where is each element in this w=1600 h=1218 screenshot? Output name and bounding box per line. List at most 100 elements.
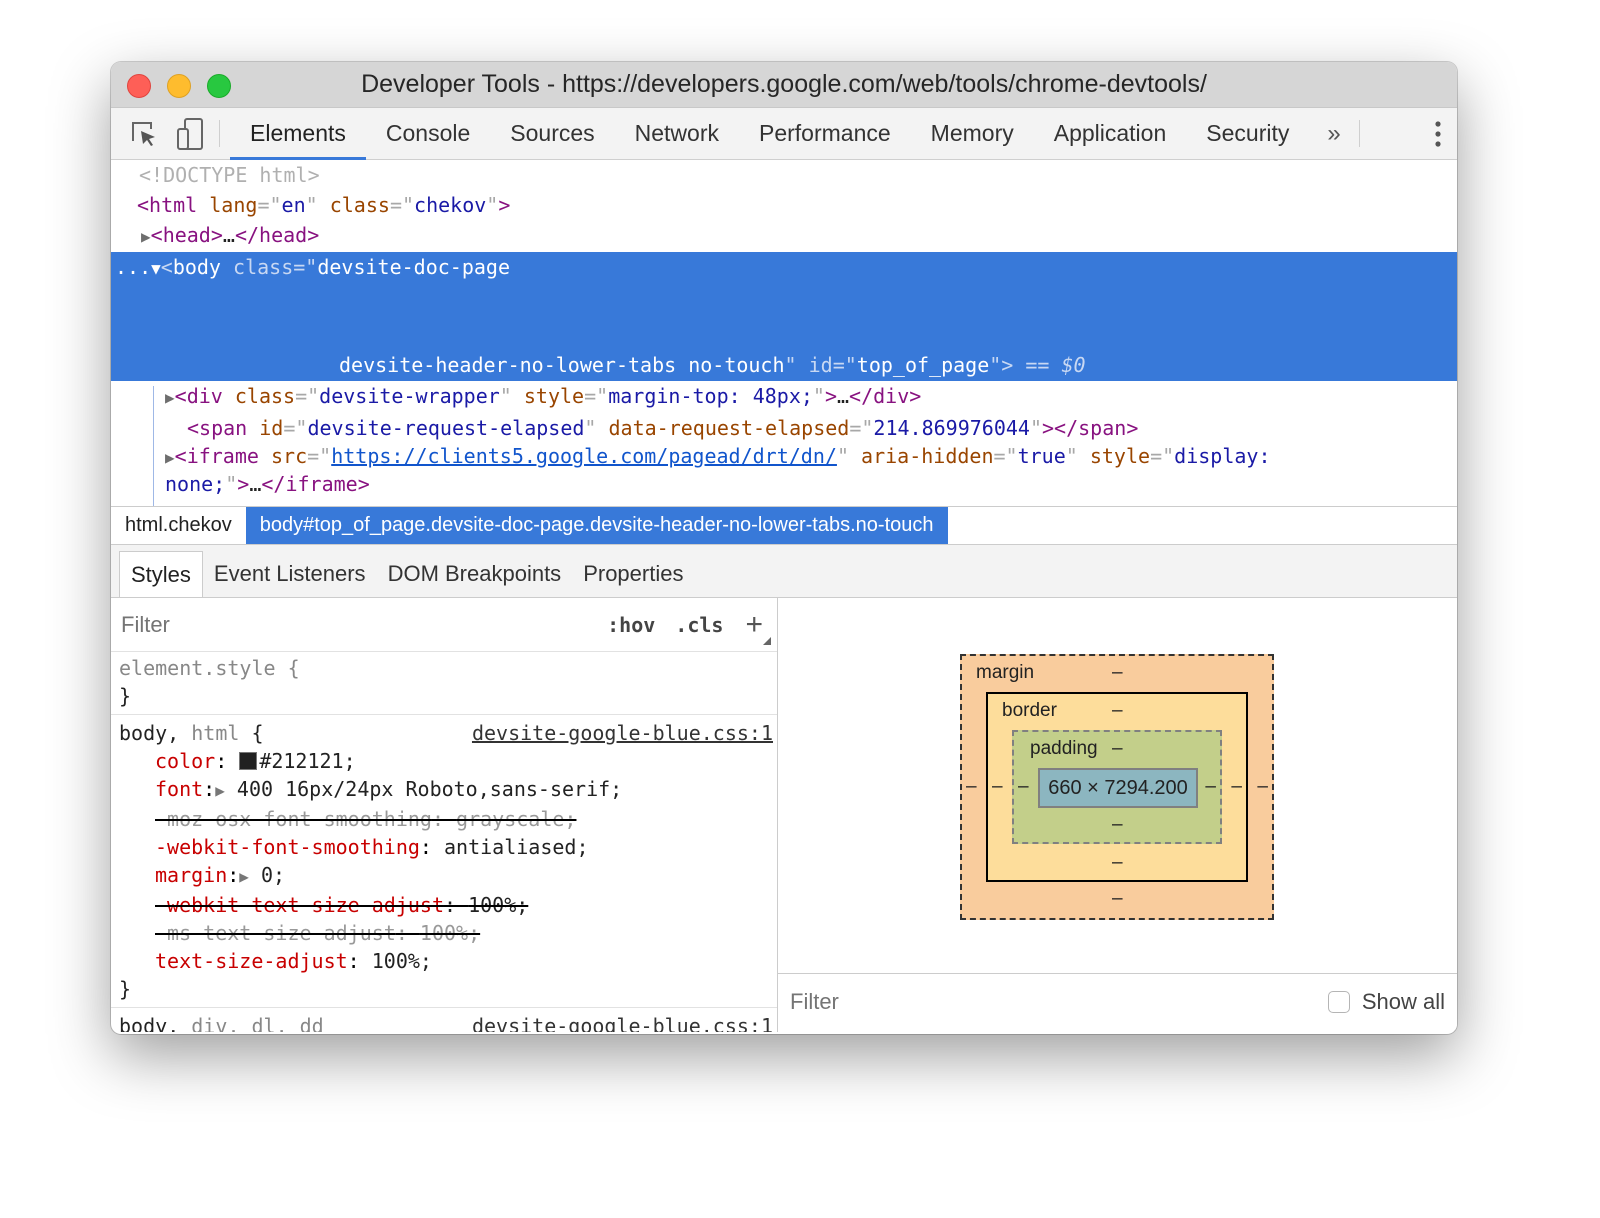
tab-label: Network <box>634 120 719 146</box>
styles-filter-input[interactable]: Filter <box>121 612 587 638</box>
margin-bottom-value[interactable]: – <box>1112 888 1123 910</box>
collapsed-ellipsis: … <box>837 384 850 408</box>
dom-node-head[interactable]: ▶<head>…</head> <box>111 220 1457 252</box>
margin-left-value[interactable]: – <box>966 776 977 798</box>
box-model-padding[interactable]: padding – – – – 660 × 7294.200 <box>1012 730 1222 844</box>
rule-selector[interactable]: body, <box>119 1014 179 1032</box>
close-brace: } <box>119 977 132 1001</box>
dom-node-doctype[interactable]: <!DOCTYPE html> <box>111 160 1457 190</box>
attr-value: display: <box>1174 444 1271 468</box>
padding-left-value[interactable]: – <box>1018 776 1029 798</box>
iframe-src-link[interactable]: https://clients5.google.com/pagead/drt/d… <box>331 444 837 468</box>
hover-state-button[interactable]: :hov <box>607 613 655 637</box>
box-model-border[interactable]: border – – – – padding – – – – 660 × 729… <box>986 692 1248 882</box>
rule-selector-unmatched: html <box>179 721 240 745</box>
open-brace: { <box>239 721 264 745</box>
show-all-checkbox[interactable] <box>1327 991 1350 1013</box>
tab-elements[interactable]: Elements <box>230 108 366 160</box>
tab-properties[interactable]: Properties <box>572 551 694 597</box>
css-declaration-overridden[interactable]: -moz-osx-font-smoothing: grayscale; <box>119 805 769 833</box>
toolbar-divider <box>219 120 220 147</box>
device-toolbar-button[interactable] <box>167 108 213 159</box>
box-model-content-size[interactable]: 660 × 7294.200 <box>1038 768 1198 808</box>
styles-filter-row: Filter :hov .cls + <box>111 598 777 652</box>
dom-node-iframe[interactable]: ▶<iframe src="https://clients5.google.co… <box>111 443 1457 471</box>
expand-triangle-icon[interactable]: ▶ <box>141 227 151 246</box>
tag-name: span <box>199 416 248 440</box>
computed-filter-input[interactable]: Filter <box>790 989 1328 1015</box>
box-model-diagram: margin – – – – border – – – – padding – <box>778 598 1457 974</box>
breadcrumb-body[interactable]: body#top_of_page.devsite-doc-page.devsit… <box>245 507 948 544</box>
border-right-value[interactable]: – <box>1231 776 1242 798</box>
breadcrumb-html[interactable]: html.chekov <box>111 507 246 544</box>
rule-selector[interactable]: body, <box>119 721 179 745</box>
padding-right-value[interactable]: – <box>1205 776 1216 798</box>
css-declaration-overridden[interactable]: -ms-text-size-adjust: 100%; <box>119 919 769 947</box>
tab-event-listeners[interactable]: Event Listeners <box>203 551 377 597</box>
style-rule-body-html: body, html { devsite-google-blue.css:1 c… <box>111 715 777 1008</box>
rule-selector-unmatched: div, dl, dd <box>179 1014 324 1032</box>
css-declaration[interactable]: text-size-adjust: 100%; <box>119 947 769 975</box>
more-tabs-button[interactable]: » <box>1309 108 1358 159</box>
tab-console[interactable]: Console <box>366 108 490 159</box>
box-model-margin[interactable]: margin – – – – border – – – – padding – <box>960 654 1274 920</box>
css-declaration[interactable]: -webkit-font-smoothing: antialiased; <box>119 833 769 861</box>
tab-security[interactable]: Security <box>1186 108 1309 159</box>
collapse-triangle-icon[interactable]: ▼ <box>151 259 161 278</box>
style-rule-body-div: body, div, dl, dd devsite-google-blue.cs… <box>111 1008 777 1032</box>
attr-value: top_of_page <box>856 353 990 377</box>
computed-filter-row: Filter Show all <box>778 974 1457 1030</box>
css-declaration[interactable]: margin:▶ 0; <box>119 861 769 891</box>
margin-top-value[interactable]: – <box>1112 662 1123 684</box>
dom-node-html[interactable]: <html lang="en" class="chekov"> <box>111 190 1457 220</box>
border-bottom-value[interactable]: – <box>1112 852 1123 874</box>
attr-value: en <box>281 193 306 217</box>
tag-name: iframe <box>285 472 358 496</box>
border-left-value[interactable]: – <box>992 776 1003 798</box>
color-swatch[interactable] <box>239 752 258 770</box>
expand-triangle-icon[interactable]: ▶ <box>165 448 175 467</box>
dom-node-body-selected[interactable]: ...▼<body class="devsite-doc-page devsit… <box>111 252 1457 381</box>
collapsed-ellipsis: … <box>249 472 262 496</box>
attr-name: data-request-elapsed <box>608 416 850 440</box>
tab-network[interactable]: Network <box>615 108 739 159</box>
padding-bottom-value[interactable]: – <box>1112 814 1123 836</box>
expand-triangle-icon[interactable]: ▶ <box>165 388 175 407</box>
expand-triangle-icon[interactable]: ▶ <box>239 867 249 886</box>
tag-name: div <box>186 384 223 408</box>
border-label: border <box>1002 700 1057 721</box>
css-declaration[interactable]: font:▶ 400 16px/24px Roboto,sans-serif; <box>119 775 769 805</box>
inspect-element-button[interactable] <box>121 108 167 159</box>
tab-application[interactable]: Application <box>1034 108 1187 159</box>
tab-label: Sources <box>510 120 595 146</box>
dom-node-span[interactable]: <span id="devsite-request-elapsed" data-… <box>111 413 1457 443</box>
tab-dom-breakpoints[interactable]: DOM Breakpoints <box>377 551 573 597</box>
breadcrumb: html.chekov body#top_of_page.devsite-doc… <box>111 507 1457 545</box>
more-actions-dots[interactable]: ... <box>115 255 151 279</box>
tab-label: Security <box>1206 120 1290 146</box>
show-all-label[interactable]: Show all <box>1362 989 1445 1015</box>
css-declaration-overridden[interactable]: -webkit-text-size-adjust: 100%; <box>119 891 769 919</box>
vertical-dots-icon <box>1435 121 1441 147</box>
border-top-value[interactable]: – <box>1112 700 1123 722</box>
dom-node-div[interactable]: ▶<div class="devsite-wrapper" style="mar… <box>111 381 1457 413</box>
stylesheet-source-link[interactable]: devsite-google-blue.css:1 <box>472 719 773 747</box>
class-toggle-button[interactable]: .cls <box>675 613 723 637</box>
customize-menu-button[interactable] <box>1433 108 1443 160</box>
tab-memory[interactable]: Memory <box>911 108 1034 159</box>
close-brace: } <box>119 684 132 708</box>
new-style-rule-button[interactable]: + <box>745 609 763 640</box>
tab-sources[interactable]: Sources <box>490 108 614 159</box>
tab-performance[interactable]: Performance <box>739 108 911 159</box>
margin-right-value[interactable]: – <box>1257 776 1268 798</box>
padding-top-value[interactable]: – <box>1112 738 1123 760</box>
css-declaration[interactable]: color: #212121; <box>119 747 769 775</box>
stylesheet-source-link[interactable]: devsite-google-blue.css:1 <box>472 1012 773 1032</box>
attr-name: lang <box>209 193 258 217</box>
rule-selector[interactable]: element.style { <box>119 654 769 682</box>
tab-label: Performance <box>759 120 891 146</box>
tab-styles[interactable]: Styles <box>119 551 203 597</box>
expand-triangle-icon[interactable]: ▶ <box>215 781 225 800</box>
tab-label: Application <box>1053 120 1167 146</box>
attr-value: true <box>1017 444 1066 468</box>
